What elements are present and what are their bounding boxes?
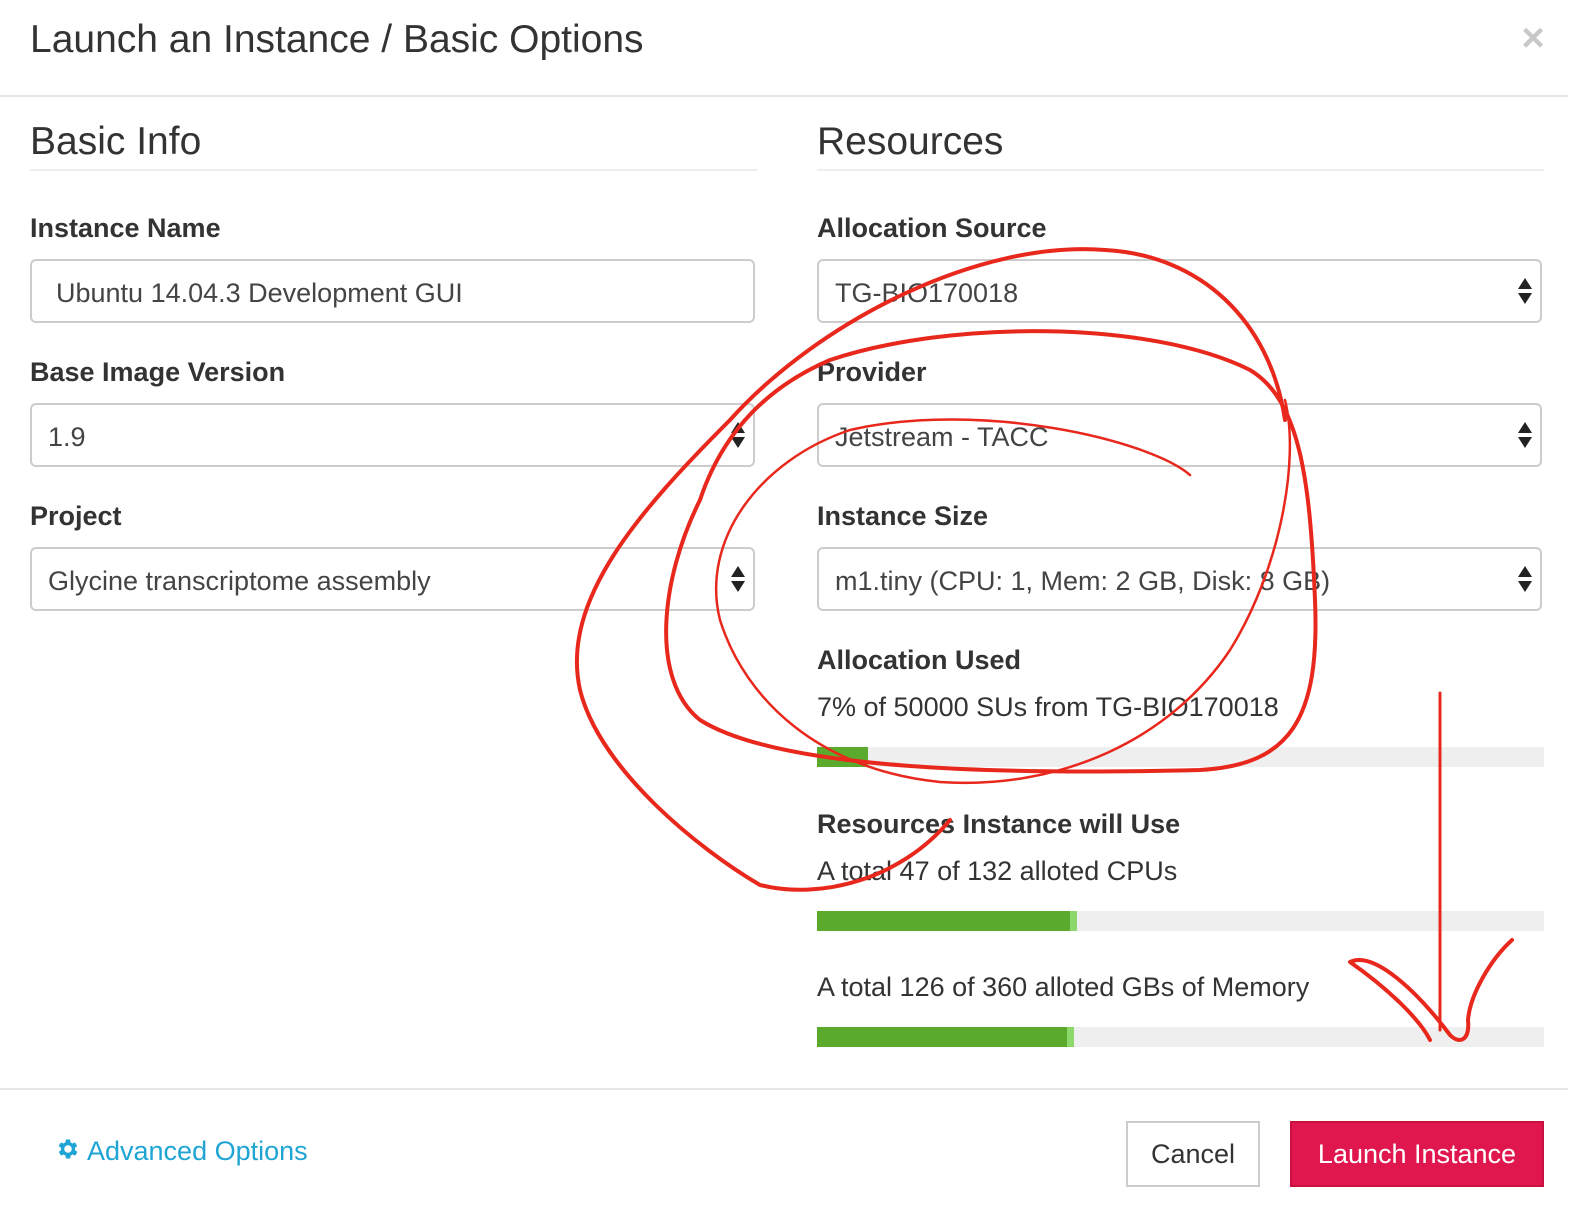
basic-info-section: Basic Info Instance Name Ubuntu 14.04.3 …	[30, 120, 757, 611]
launch-instance-button[interactable]: Launch Instance	[1290, 1121, 1544, 1187]
instance-name-label: Instance Name	[30, 213, 221, 243]
instance-size-label: Instance Size	[817, 501, 989, 531]
modal-footer: Advanced Options Cancel Launch Instance	[0, 1088, 1568, 1217]
instance-name-value: Ubuntu 14.04.3 Development GUI	[56, 278, 463, 308]
project-label: Project	[30, 501, 122, 531]
base-image-version-select[interactable]: 1.9	[30, 403, 755, 467]
provider-value: Jetstream - TACC	[835, 422, 1049, 452]
select-caret-icon	[1518, 566, 1532, 596]
instance-name-input[interactable]: Ubuntu 14.04.3 Development GUI	[30, 259, 755, 323]
advanced-options-link[interactable]: Advanced Options	[55, 1136, 308, 1169]
base-image-version-value: 1.9	[48, 422, 86, 452]
instance-size-select[interactable]: m1.tiny (CPU: 1, Mem: 2 GB, Disk: 8 GB)	[817, 547, 1542, 611]
cancel-button[interactable]: Cancel	[1126, 1121, 1260, 1187]
launch-instance-modal: Launch an Instance / Basic Options × Bas…	[0, 0, 1568, 1215]
resources-heading: Resources	[817, 120, 1544, 171]
allocation-used-label: Allocation Used	[817, 645, 1022, 675]
memory-used-fill	[817, 1027, 1068, 1047]
allocation-source-select[interactable]: TG-BIO170018	[817, 259, 1542, 323]
provider-label: Provider	[817, 357, 927, 387]
select-caret-icon	[731, 566, 745, 596]
cpu-usage-progress	[817, 911, 1544, 931]
memory-usage-progress	[817, 1027, 1544, 1047]
select-caret-icon	[731, 422, 745, 452]
modal-header: Launch an Instance / Basic Options ×	[0, 0, 1568, 97]
allocation-source-label: Allocation Source	[817, 213, 1047, 243]
instance-size-value: m1.tiny (CPU: 1, Mem: 2 GB, Disk: 8 GB)	[835, 566, 1331, 596]
base-image-version-label: Base Image Version	[30, 357, 286, 387]
resources-section: Resources Allocation Source TG-BIO170018…	[817, 120, 1544, 1047]
allocation-used-progress	[817, 747, 1544, 767]
basic-info-heading: Basic Info	[30, 120, 757, 171]
cpu-used-fill	[817, 911, 1071, 931]
modal-title: Launch an Instance / Basic Options	[30, 18, 644, 61]
project-select[interactable]: Glycine transcriptome assembly	[30, 547, 755, 611]
select-caret-icon	[1518, 278, 1532, 308]
cpu-new-fill	[1070, 911, 1078, 931]
memory-usage-text: A total 126 of 360 alloted GBs of Memory	[817, 972, 1310, 1002]
allocation-source-value: TG-BIO170018	[835, 278, 1019, 308]
instance-use-label: Resources Instance will Use	[817, 809, 1181, 839]
close-icon[interactable]: ×	[1516, 18, 1550, 58]
allocation-used-fill	[817, 747, 868, 767]
advanced-options-label: Advanced Options	[87, 1136, 308, 1166]
select-caret-icon	[1518, 422, 1532, 452]
gear-icon	[55, 1136, 81, 1169]
provider-select[interactable]: Jetstream - TACC	[817, 403, 1542, 467]
memory-new-fill	[1067, 1027, 1075, 1047]
allocation-used-text: 7% of 50000 SUs from TG-BIO170018	[817, 692, 1279, 722]
project-value: Glycine transcriptome assembly	[48, 566, 431, 596]
cpu-usage-text: A total 47 of 132 alloted CPUs	[817, 856, 1178, 886]
